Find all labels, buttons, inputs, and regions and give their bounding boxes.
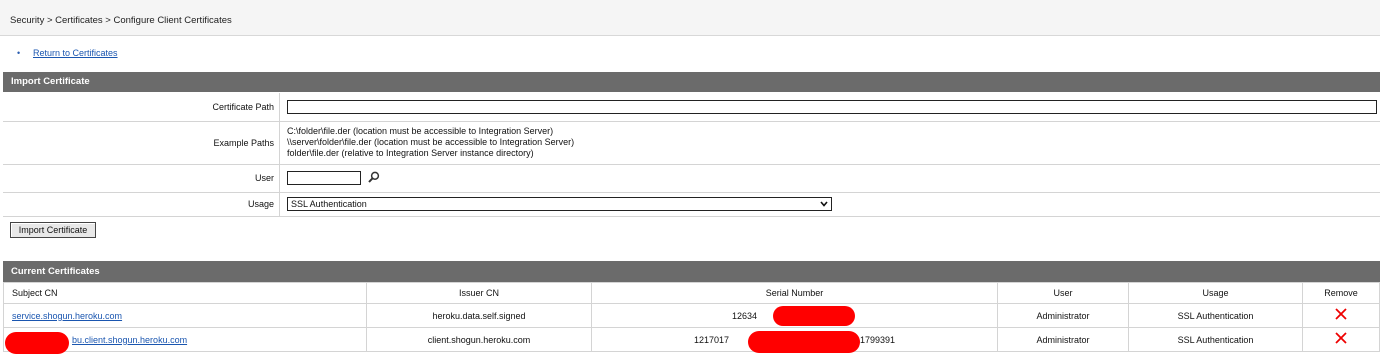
import-certificate-header: Import Certificate — [3, 72, 1380, 92]
redaction-mark — [5, 332, 69, 354]
serial-value-prefix: 1217017 — [693, 334, 729, 345]
serial-value-suffix: 1799391 — [860, 334, 896, 345]
example-paths-label: Example Paths — [3, 121, 280, 165]
usage-cell: SSL Authentication — [279, 192, 1380, 217]
issuer-cell: heroku.data.self.signed — [366, 303, 592, 328]
column-header-usage: Usage — [1128, 282, 1303, 304]
certificates-table: Subject CN Issuer CN Serial Number User … — [3, 282, 1380, 352]
import-certificate-button[interactable]: Import Certificate — [10, 222, 96, 238]
example-path-2: \\server\folder\file.der (location must … — [287, 137, 575, 147]
example-path-3: folder\file.der (relative to Integration… — [287, 148, 534, 158]
serial-value: 12634 — [731, 310, 758, 321]
usage-cell: SSL Authentication — [1128, 303, 1303, 328]
column-header-issuer-cn: Issuer CN — [366, 282, 592, 304]
user-input[interactable] — [287, 171, 361, 185]
table-row: service.shogun.heroku.com heroku.data.se… — [3, 303, 1380, 328]
bullet-icon: • — [17, 48, 21, 58]
magnifier-icon[interactable] — [367, 171, 380, 185]
x-icon[interactable] — [1335, 307, 1347, 324]
redaction-mark — [748, 331, 860, 353]
chevron-down-icon — [820, 198, 828, 213]
remove-cell — [1302, 327, 1380, 352]
import-form: Certificate Path Example Paths C:\folder… — [3, 93, 1380, 217]
usage-label: Usage — [3, 192, 280, 217]
certificate-path-label: Certificate Path — [3, 93, 280, 122]
user-cell — [279, 164, 1380, 193]
column-header-user: User — [997, 282, 1129, 304]
usage-row: Usage SSL Authentication — [3, 192, 1380, 217]
breadcrumb: Security > Certificates > Configure Clie… — [0, 0, 1380, 36]
remove-cell — [1302, 303, 1380, 328]
example-path-1: C:\folder\file.der (location must be acc… — [287, 126, 554, 136]
example-paths-cell: C:\folder\file.der (location must be acc… — [279, 121, 1380, 165]
certificate-path-row: Certificate Path — [3, 93, 1380, 122]
certificate-path-input[interactable] — [287, 100, 1377, 115]
column-header-serial-number: Serial Number — [591, 282, 998, 304]
certificate-path-cell — [279, 93, 1380, 122]
subject-link[interactable]: service.shogun.heroku.com — [12, 311, 122, 321]
nav-list: • Return to Certificates — [17, 48, 118, 58]
user-row: User — [3, 164, 1380, 193]
user-label: User — [3, 164, 280, 193]
table-header-row: Subject CN Issuer CN Serial Number User … — [3, 282, 1380, 304]
column-header-remove: Remove — [1302, 282, 1380, 304]
return-to-certificates-link[interactable]: Return to Certificates — [33, 48, 118, 58]
usage-cell: SSL Authentication — [1128, 327, 1303, 352]
table-row: bu.client.shogun.heroku.com client.shogu… — [3, 327, 1380, 352]
nav-item-return: • Return to Certificates — [17, 48, 118, 58]
example-paths-row: Example Paths C:\folder\file.der (locati… — [3, 121, 1380, 165]
current-certificates-header: Current Certificates — [3, 261, 1380, 282]
user-cell: Administrator — [997, 327, 1129, 352]
subject-cell: service.shogun.heroku.com — [3, 303, 367, 328]
issuer-cell: client.shogun.heroku.com — [366, 327, 592, 352]
usage-select[interactable]: SSL Authentication — [287, 197, 832, 211]
column-header-subject-cn: Subject CN — [3, 282, 367, 304]
usage-selected-value: SSL Authentication — [291, 199, 367, 209]
user-cell: Administrator — [997, 303, 1129, 328]
x-icon[interactable] — [1335, 331, 1347, 348]
redaction-mark — [773, 306, 855, 326]
